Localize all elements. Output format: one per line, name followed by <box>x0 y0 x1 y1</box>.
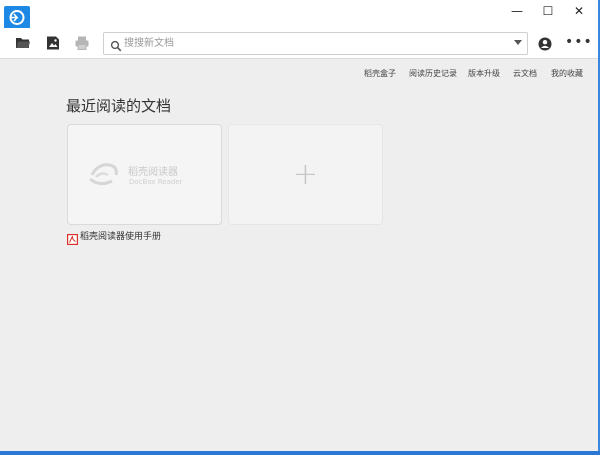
print-icon[interactable] <box>74 35 90 51</box>
search-input[interactable] <box>124 35 504 51</box>
pdf-icon <box>67 230 79 246</box>
search-box[interactable] <box>103 32 528 55</box>
nav-link-favorites[interactable]: 我的收藏 <box>551 68 583 79</box>
nav-link-cloud-docs[interactable]: 云文档 <box>513 68 537 79</box>
open-folder-icon[interactable] <box>15 35 31 51</box>
user-account-icon[interactable] <box>538 36 552 51</box>
cover-brand-text: 稻壳阅读器 <box>128 167 178 178</box>
document-card[interactable]: 稻壳阅读器 DocBox Reader <box>67 124 222 225</box>
save-image-icon[interactable] <box>45 35 61 51</box>
nav-link-reading-history[interactable]: 阅读历史记录 <box>409 68 457 79</box>
chevron-down-icon[interactable] <box>514 40 522 45</box>
docbox-logo-icon <box>88 159 122 189</box>
section-title: 最近阅读的文档 <box>66 97 172 115</box>
more-options-icon[interactable]: ••• <box>565 35 592 49</box>
app-window: — ☐ ✕ 搜搜新文档 ••• 稻壳盒子 阅读历史记录 版本升级 云文档 我的收… <box>0 0 599 451</box>
maximize-button[interactable]: ☐ <box>531 0 565 22</box>
nav-link-version-upgrade[interactable]: 版本升级 <box>468 68 500 79</box>
cover-subtitle-text: DocBox Reader <box>129 178 183 186</box>
title-bar: — ☐ ✕ <box>0 0 598 29</box>
nav-link-daoke-box[interactable]: 稻壳盒子 <box>364 68 396 79</box>
app-logo-icon[interactable] <box>4 6 30 29</box>
close-button[interactable]: ✕ <box>562 0 596 22</box>
document-name: 稻壳阅读器使用手册 <box>80 232 162 242</box>
desktop-background <box>0 451 600 455</box>
add-document-card[interactable]: + <box>228 124 383 225</box>
minimize-button[interactable]: — <box>500 0 534 22</box>
toolbar: ••• <box>0 28 598 59</box>
plus-icon: + <box>292 157 319 192</box>
search-icon <box>110 37 122 52</box>
